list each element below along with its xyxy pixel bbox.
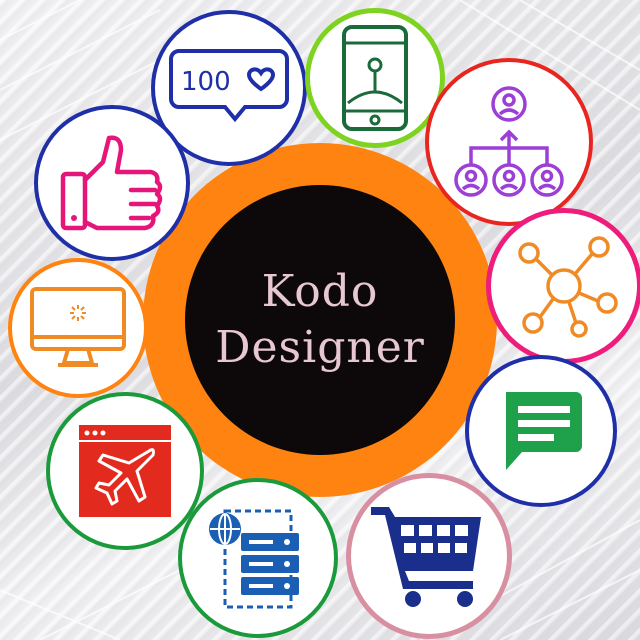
brand-name-line2: Designer: [215, 322, 425, 373]
desktop-computer-icon: [8, 258, 148, 398]
chat-message-icon: [465, 355, 617, 507]
heart-icon: [246, 67, 276, 92]
organization-chart-icon: [425, 58, 593, 226]
brand-name-line1: Kodo: [261, 266, 379, 317]
network-hub-icon: [486, 208, 640, 364]
flight-booking-icon: [46, 392, 204, 550]
mobile-navigation-icon: [305, 8, 445, 148]
thumbs-up-icon: [34, 105, 190, 261]
web-server-icon: [178, 478, 338, 638]
notification-count: 100: [181, 67, 231, 97]
shopping-cart-icon: [346, 473, 512, 639]
brand-badge: Kodo Designer: [185, 185, 455, 455]
